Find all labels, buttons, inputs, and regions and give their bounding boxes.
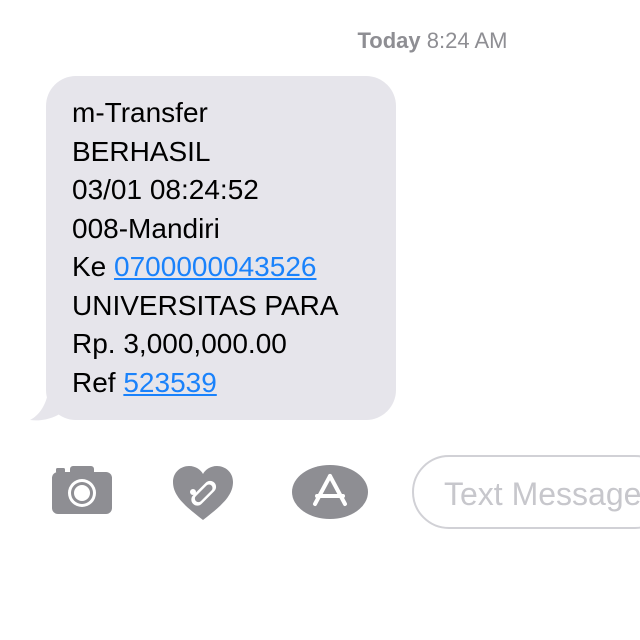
message-composer-bar: Text Message [0, 450, 640, 540]
message-line-bank: 008-Mandiri [72, 212, 220, 244]
message-line-recipient-name: UNIVERSITAS PARA [72, 289, 339, 321]
account-number-link[interactable]: 0700000043526 [114, 251, 316, 282]
reference-number-link[interactable]: 523539 [123, 367, 216, 398]
message-line-service: m-Transfer [72, 97, 208, 128]
message-line-status: BERHASIL [72, 135, 211, 167]
received-message-bubble[interactable]: m-Transfer BERHASIL 03/01 08:24:52 008-M… [46, 76, 396, 420]
message-line-datetime: 03/01 08:24:52 [72, 174, 259, 205]
message-line-recipient: Ke 0700000043526 [72, 248, 396, 287]
message-line-amount: Rp. 3,000,000.00 [72, 328, 287, 359]
message-line-reference: Ref 523539 [72, 364, 396, 403]
text-message-input[interactable]: Text Message [412, 455, 640, 529]
message-timestamp: Today 8:24 AM [0, 28, 640, 54]
timestamp-time: 8:24 AM [426, 28, 508, 53]
recipient-prefix: Ke [72, 251, 115, 282]
message-bubble-container: m-Transfer BERHASIL 03/01 08:24:52 008-M… [30, 76, 396, 421]
reference-prefix: Ref [72, 366, 124, 398]
app-store-icon[interactable] [291, 464, 369, 520]
digital-touch-heart-icon[interactable] [171, 464, 235, 524]
camera-icon[interactable] [50, 464, 114, 516]
timestamp-day: Today [357, 28, 421, 53]
